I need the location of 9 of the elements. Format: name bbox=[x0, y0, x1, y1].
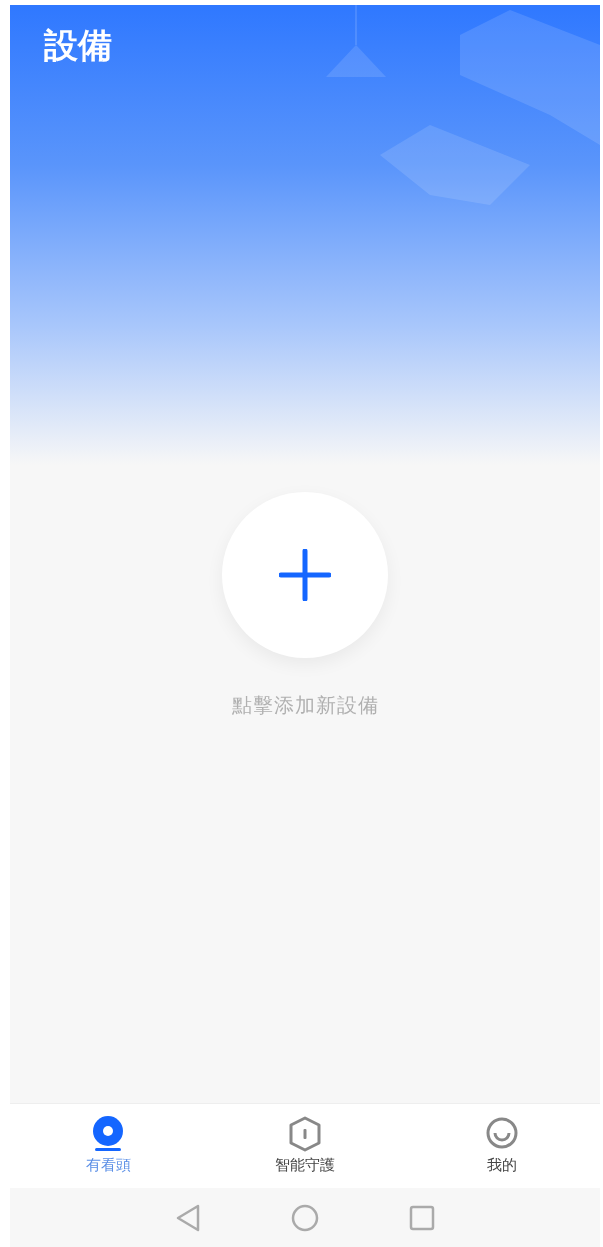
home-icon[interactable] bbox=[291, 1203, 319, 1232]
shield-icon bbox=[287, 1116, 323, 1152]
add-device-label: 點擊添加新設備 bbox=[231, 692, 379, 719]
plus-icon bbox=[279, 549, 331, 601]
nav-tab[interactable]: 我的 bbox=[403, 1104, 600, 1188]
page-title: 設備 bbox=[43, 24, 113, 67]
nav-tab[interactable]: 智能守護 bbox=[206, 1104, 404, 1188]
recents-icon[interactable] bbox=[409, 1204, 435, 1231]
back-icon[interactable] bbox=[175, 1203, 201, 1232]
